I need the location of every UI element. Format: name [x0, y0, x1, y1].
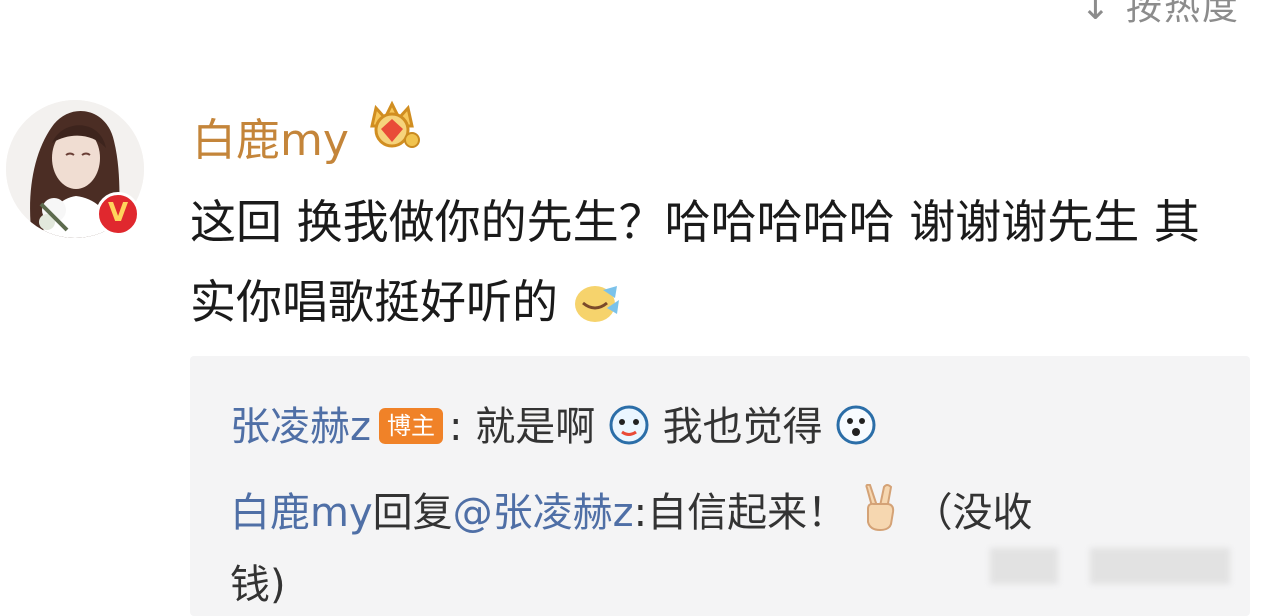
- reply-word: 回复: [372, 490, 453, 536]
- blurred-text-2: [1090, 548, 1230, 584]
- comment-author[interactable]: 白鹿my: [192, 104, 349, 168]
- crown-badge-icon: [370, 100, 420, 148]
- blurred-text-1: [990, 548, 1058, 584]
- comment-text: 这回 换我做你的先生？哈哈哈哈哈 谢谢谢先生 其实你唱歌挺好听的: [190, 195, 1200, 329]
- reply-separator: :: [449, 404, 463, 450]
- author-tag-badge: 博主: [379, 408, 443, 444]
- sort-by-popularity[interactable]: ↓ 按热度: [1080, 0, 1240, 30]
- reply-text-part-1: 就是啊: [475, 404, 596, 450]
- reply-author-name[interactable]: 白鹿my: [230, 490, 373, 536]
- reply-text-part-2: （没收: [912, 490, 1033, 536]
- dizzy-emoji-icon: [608, 404, 650, 456]
- mention-link[interactable]: @张凌赫z: [453, 490, 634, 536]
- reply-item-author[interactable]: 张凌赫z 博主: 就是啊 我也觉得: [230, 394, 877, 456]
- verified-badge: V: [96, 192, 140, 236]
- reply-item-reply[interactable]: 白鹿my回复@张凌赫z:自信起来！ （没收: [230, 480, 1033, 542]
- laughing-emoji-icon: [573, 268, 621, 348]
- reply-text-part-3: 钱): [230, 562, 286, 608]
- victory-hand-icon: [860, 483, 900, 542]
- reply-author-name[interactable]: 张凌赫z: [230, 404, 371, 450]
- reply-text-part-2: 我也觉得: [662, 404, 823, 450]
- reply-text-part-1: :自信起来！: [633, 490, 848, 536]
- surprised-emoji-icon: [835, 404, 877, 456]
- comment-body: 这回 换我做你的先生？哈哈哈哈哈 谢谢谢先生 其实你唱歌挺好听的: [190, 182, 1240, 348]
- reply-continuation: 钱): [230, 552, 286, 610]
